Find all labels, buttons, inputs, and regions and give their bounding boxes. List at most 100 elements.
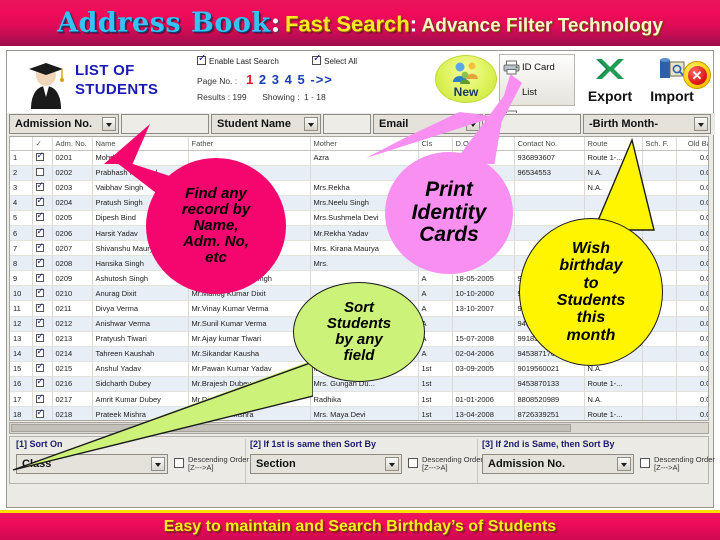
checkbox-glyph[interactable] [35,346,44,358]
checkbox-glyph[interactable] [35,286,44,297]
slide-root: Address Book: Fast Search: Advance Filte… [0,0,720,540]
filter-field-birth-month[interactable]: -Birth Month- [583,114,711,134]
row-checkbox[interactable] [32,195,53,211]
table-row[interactable]: 170217Amrit Kumar DubeyMr.Dinesh Kumar D… [10,391,708,408]
col-adm-no[interactable]: Adm. No. [52,137,93,151]
title-address-book: Address Book [57,7,271,39]
page-link-3[interactable]: 3 [272,72,280,87]
checkbox-glyph[interactable] [35,376,44,388]
pager: 1 2 3 4 5 ->> [246,72,333,87]
row-index: 1 [10,150,33,166]
filter-label: Student Name [217,118,291,130]
filter-input-admission-no[interactable] [121,114,209,134]
checkbox-glyph[interactable] [35,150,44,162]
row-route: N.A. [584,391,643,408]
checkbox-glyph[interactable] [35,256,44,267]
col-old-bal[interactable]: Old Bal. [676,137,708,151]
close-button[interactable]: ✕ [683,61,711,89]
checkbox-glyph[interactable] [35,316,44,328]
sort-select-1[interactable]: Class [16,454,168,474]
col-check[interactable]: ✓ [32,137,53,151]
row-checkbox[interactable] [32,376,53,393]
sort-select-3[interactable]: Admission No. [482,454,634,474]
checkbox-glyph[interactable] [35,331,44,343]
row-index: 18 [10,406,33,420]
row-index: 16 [10,376,33,393]
enable-last-search-checkbox[interactable] [197,53,209,66]
checkbox-glyph[interactable] [35,226,44,237]
checkbox-glyph[interactable] [35,407,44,418]
row-checkbox[interactable] [32,285,53,302]
checkbox-glyph[interactable] [35,392,44,403]
row-checkbox[interactable] [32,270,53,287]
row-checkbox[interactable] [32,225,53,242]
filter-field-student-name[interactable]: Student Name [211,114,321,134]
chevron-down-icon[interactable] [385,457,399,471]
page-link-2[interactable]: 2 [259,72,267,87]
row-old-balance: 0.00 [676,240,708,257]
col-contact[interactable]: Contact No. [514,137,585,151]
filter-row: Admission No. Student Name Email -Birth … [7,113,715,135]
checkbox-glyph[interactable] [35,180,44,192]
row-checkbox[interactable] [32,391,53,408]
callout-wish-birthday-text: Wish birthday to Students this month [556,240,626,344]
row-old-balance: 0.00 [676,361,708,377]
checkbox-glyph[interactable] [174,458,184,468]
row-checkbox[interactable] [32,180,53,196]
row-checkbox[interactable] [32,361,53,377]
row-contact [514,180,585,196]
new-button[interactable]: New [435,55,497,103]
checkbox-glyph[interactable] [35,195,44,207]
row-index: 14 [10,346,33,362]
chevron-down-icon[interactable] [102,117,116,131]
page-link-1[interactable]: 1 [246,72,254,87]
row-checkbox[interactable] [32,316,53,332]
checkbox-glyph[interactable] [35,241,44,252]
row-checkbox[interactable] [32,165,53,181]
checkbox-glyph[interactable] [408,458,418,468]
export-button[interactable]: Export [579,54,641,106]
filter-field-admission-no[interactable]: Admission No. [9,114,119,134]
sort-select-2[interactable]: Section [250,454,402,474]
row-checkbox[interactable] [32,300,53,317]
row-checkbox[interactable] [32,255,53,272]
row-admission-no: 0208 [52,255,93,272]
checkbox-glyph[interactable] [35,301,44,312]
checkbox-glyph[interactable] [35,271,44,282]
page-next-link[interactable]: ->> [310,72,333,87]
select-all-checkbox[interactable] [312,53,324,66]
row-admission-no: 0218 [52,406,93,420]
filter-input-student-name[interactable] [323,114,371,134]
row-checkbox[interactable] [32,406,53,420]
row-checkbox[interactable] [32,331,53,347]
showing-range: 1 - 18 [303,92,326,102]
row-index: 7 [10,240,33,257]
chevron-down-icon[interactable] [151,457,165,471]
page-no-label: Page No. : [197,76,238,86]
checkbox-glyph[interactable] [35,210,44,222]
chevron-down-icon[interactable] [304,117,318,131]
row-route: Route 1-... [584,376,643,393]
row-checkbox[interactable] [32,210,53,226]
table-row[interactable]: 180218Prateek MishraMr.Diwakar MishraMrs… [10,406,708,420]
import-label: Import [650,88,694,104]
descending-range-3: [Z--->A] [654,463,680,472]
chevron-down-icon[interactable] [694,117,708,131]
scrollbar-thumb[interactable] [11,424,571,432]
checkbox-glyph[interactable] [35,168,44,177]
page-link-4[interactable]: 4 [285,72,293,87]
row-admission-no: 0202 [52,165,93,181]
horizontal-scrollbar[interactable] [9,422,709,434]
checkbox-glyph[interactable] [35,361,44,373]
callout-wish-birthday: Wish birthday to Students this month [519,138,663,366]
col-father[interactable]: Father [188,137,311,151]
chevron-down-icon[interactable] [617,457,631,471]
row-checkbox[interactable] [32,346,53,362]
row-admission-no: 0207 [52,240,93,257]
checkbox-glyph[interactable] [640,458,650,468]
row-checkbox[interactable] [32,150,53,166]
page-link-5[interactable]: 5 [298,72,306,87]
sort-select-3-value: Admission No. [488,458,566,470]
row-name: Tahreen Kaushah [92,346,189,362]
row-checkbox[interactable] [32,240,53,257]
